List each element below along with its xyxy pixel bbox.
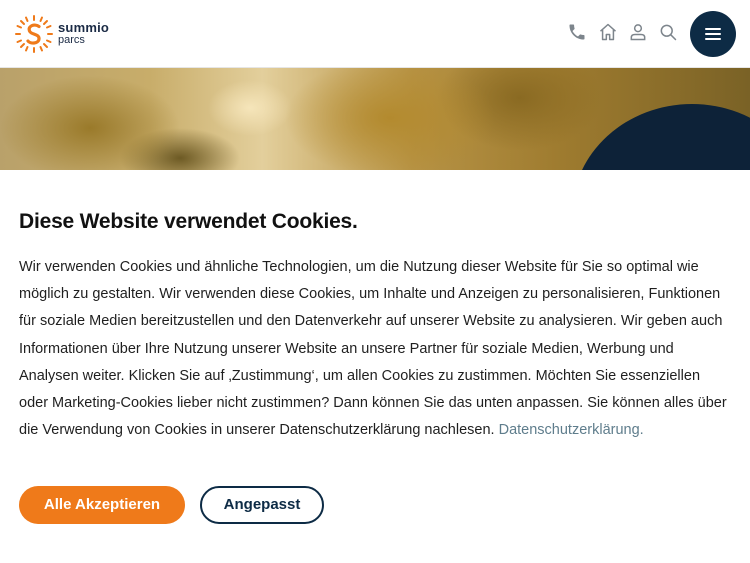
cookie-banner-body: Wir verwenden Cookies und ähnliche Techn…: [19, 259, 727, 439]
phone-icon[interactable]: [567, 22, 589, 44]
cookie-banner-text: Wir verwenden Cookies und ähnliche Techn…: [19, 254, 731, 444]
customize-button[interactable]: Angepasst: [200, 486, 324, 524]
brand-subname: parcs: [58, 34, 85, 46]
search-icon[interactable]: [658, 22, 680, 44]
hero-decoration: [572, 104, 750, 170]
site-header: summio parcs: [0, 0, 750, 68]
hero-image: [0, 68, 750, 170]
privacy-policy-link[interactable]: Datenschutzerklärung.: [499, 422, 644, 438]
user-icon[interactable]: [628, 22, 650, 44]
brand-logo[interactable]: summio parcs: [14, 14, 114, 54]
cookie-banner: Diese Website verwendet Cookies. Wir ver…: [0, 170, 750, 563]
brand-name: summio: [58, 20, 110, 35]
accept-all-button[interactable]: Alle Akzeptieren: [19, 486, 185, 524]
sun-logo-icon: [15, 15, 53, 53]
home-icon[interactable]: [598, 22, 620, 44]
cookie-banner-title: Diese Website verwendet Cookies.: [19, 210, 358, 233]
menu-icon: [705, 28, 721, 30]
menu-button[interactable]: [690, 11, 736, 57]
